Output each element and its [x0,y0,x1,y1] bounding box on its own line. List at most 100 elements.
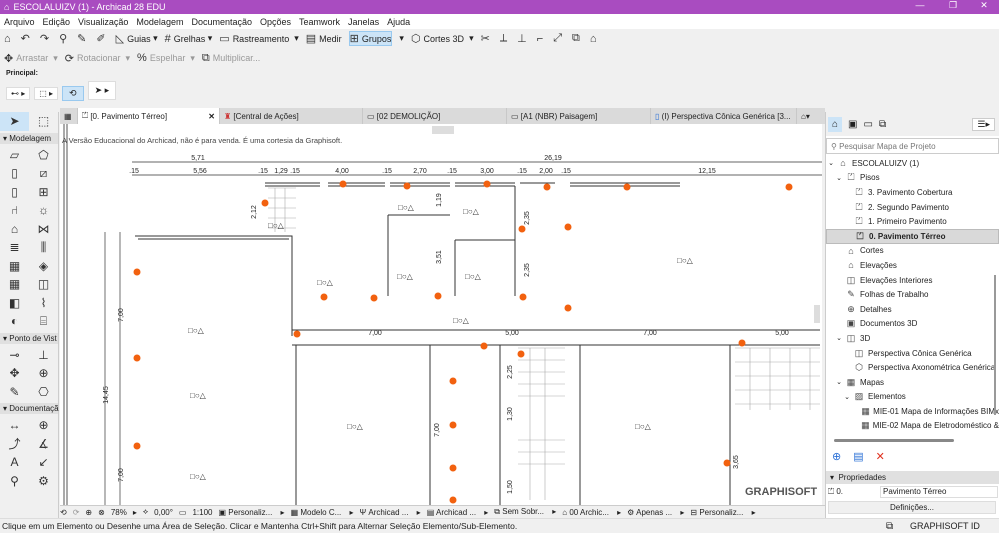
chevron-down-icon[interactable]: ⌄ [834,174,844,182]
mesh-tool-icon[interactable]: ⌇ [29,294,58,313]
renovation-combo[interactable]: ⌂ 00 Archic... ▸ [562,508,621,517]
guias-button[interactable]: ◺ Guias ▾ [116,32,158,45]
tab-pavimento-terreo[interactable]: ⏍ [0. Pavimento Térreo] ✕ [78,108,220,124]
home-icon[interactable]: ⌂ [4,33,14,45]
door-tool-icon[interactable]: ▯ [0,183,29,202]
window-tool-icon[interactable]: ⊞ [29,183,58,202]
tree-item-perspectiva[interactable]: ◫ Perspectiva Cônica Genérica [826,346,999,361]
tree-item-folhas-trabalho[interactable]: ✎ Folhas de Trabalho [826,287,999,302]
tree-item-elevacoes-interiores[interactable]: ◫ Elevações Interiores [826,273,999,288]
rotate-view-icon[interactable]: ⟲ [62,86,84,101]
project-map-icon[interactable]: ⌂ [828,116,843,132]
arrastar-button[interactable]: ✥ Arrastar ▾ [4,52,58,65]
tab-overview-icon[interactable]: ▦ [60,108,78,124]
shell-tool-icon[interactable]: ⋈ [29,220,58,239]
toolbox-group-ponto-vista[interactable]: ▾ Ponto de Vist [0,332,58,344]
toolbox-group-modelagem[interactable]: ▾ Modelagem [0,132,58,144]
undo-icon[interactable]: ↶ [21,32,33,45]
grupos-dropdown[interactable]: ▾ [399,33,404,44]
tree-item-documentos-3d[interactable]: ▣ Documentos 3D [826,317,999,332]
menu-ajuda[interactable]: Ajuda [387,17,410,27]
slab-tool-icon[interactable]: ⬠ [29,146,58,165]
grelhas-button[interactable]: # Grelhas ▾ [165,33,213,45]
layer-combo[interactable]: ▣ Personaliz... ▸ [219,508,285,517]
floor-plan-drawing[interactable]: A Versão Educacional do Archicad, não é … [60,124,822,505]
chevron-down-icon[interactable]: ⌄ [834,378,844,386]
cortes3d-button[interactable]: ⬡ Cortes 3D ▾ [411,32,474,45]
pen-set-combo[interactable]: Ψ Archicad ... ▸ [360,508,421,517]
wall-tool-icon[interactable]: ▱ [0,146,29,165]
view-map-icon[interactable]: ▣ [848,119,857,130]
equipment-tool-icon[interactable]: ⌸ [29,312,58,331]
morph-tool-icon[interactable]: ◈ [29,257,58,276]
espelhar-button[interactable]: % Espelhar ▾ [137,52,195,64]
menu-documentacao[interactable]: Documentação [191,17,252,27]
zoom-in-icon[interactable]: ⊕ [85,508,92,517]
angle-dimension-icon[interactable]: ∡ [29,435,58,454]
column-tool-icon[interactable]: ▯ [0,164,29,183]
property-name-field[interactable]: Pavimento Térreo [880,486,998,498]
vertical-splitter[interactable] [814,305,820,323]
radial-dimension-icon[interactable]: ⤴ [0,435,29,454]
selection-method-button[interactable]: ⬚ ▸ [34,87,59,100]
zoom-previous-icon[interactable]: ⟲ [60,508,67,517]
horizontal-scrollbar[interactable] [834,439,954,442]
tree-item-elevacoes[interactable]: ⌂ Elevações [826,258,999,273]
explode-icon[interactable]: ⌂ [590,33,600,45]
menu-opcoes[interactable]: Opções [260,17,291,27]
syringe-icon[interactable]: ✐ [96,32,108,45]
tree-item-project[interactable]: ⌄ ⌂ ESCOLALUIZV (1) [826,156,999,171]
object-tool-icon[interactable]: ⑁ [0,201,29,220]
settings-list-icon[interactable]: ▤ [853,450,863,463]
graphisoft-id-button[interactable]: GRAPHISOFT ID [910,521,980,531]
fillet-icon[interactable]: ⌐ [537,33,546,45]
arrow-tool-icon[interactable]: ➤ [0,112,29,131]
label-tool-icon[interactable]: ↙ [29,453,58,472]
redo-icon[interactable]: ↷ [40,32,52,45]
chevron-down-icon[interactable]: ⌄ [834,334,844,342]
menu-teamwork[interactable]: Teamwork [299,17,340,27]
detail-tool-icon[interactable]: ⊕ [29,364,58,383]
skylight-tool-icon[interactable]: ◧ [0,294,29,313]
dimension-combo[interactable]: ⊟ Personaliz... ▸ [690,508,755,517]
opening-tool-icon[interactable]: ◫ [29,275,58,294]
offset-icon[interactable]: ⤢ [553,32,565,45]
add-view-icon[interactable]: ⊕ [832,450,841,463]
eyedropper-icon[interactable]: ✎ [77,32,89,45]
tree-item-story[interactable]: ⏍ 1. Primeiro Pavimento [826,214,999,229]
elevation-tool-icon[interactable]: ⊥ [29,346,58,365]
model-view-combo[interactable]: ▦ Modelo C... ▸ [291,508,354,517]
arrow-tool-button[interactable]: ➤ ▸ [87,81,117,100]
tab-perspectiva[interactable]: ▯ (I) Perspectiva Cônica Genérica [3... [651,108,797,124]
text-tool-icon[interactable]: A [0,453,29,472]
delete-icon[interactable]: ✕ [876,450,885,463]
publisher-icon[interactable]: ⧉ [879,119,886,130]
menu-modelagem[interactable]: Modelagem [136,17,183,27]
lamp-tool-icon[interactable]: ☼ [29,201,58,220]
tree-item-story[interactable]: ⏍ 2. Segundo Pavimento [826,200,999,215]
maximize-button[interactable]: ❐ [938,0,968,11]
vertical-scrollbar[interactable] [994,275,996,415]
tree-item-story[interactable]: ⏍ 3. Pavimento Cobertura [826,185,999,200]
menu-visualizacao[interactable]: Visualização [78,17,128,27]
resize-icon[interactable]: ⧉ [572,32,583,45]
tree-item-3d[interactable]: ⌄ ◫ 3D [826,331,999,346]
angle-value[interactable]: 0,00° [154,508,173,517]
beam-tool-icon[interactable]: ⧄ [29,164,58,183]
split-icon[interactable]: ⟂ [500,32,510,45]
minimize-button[interactable]: — [905,0,935,10]
splitter-handle[interactable] [432,126,454,134]
stair-tool-icon[interactable]: ≣ [0,238,29,257]
adjust-icon[interactable]: ⊥ [517,32,530,45]
marker-tool-icon[interactable]: ⚲ [0,472,29,491]
tree-item-story-selected[interactable]: ⏍ 0. Pavimento Térreo [826,228,999,244]
close-button[interactable]: ✕ [969,0,999,11]
structure-combo[interactable]: ⚙ Apenas ... ▸ [627,508,684,517]
tab-central-acoes[interactable]: ♜ [Central de Ações] [220,108,363,124]
rotacionar-button[interactable]: ⟳ Rotacionar ▾ [65,52,130,65]
zoom-next-icon[interactable]: ⟳ [73,508,80,517]
rastreamento-button[interactable]: ▭ Rastreamento ▾ [219,32,298,45]
definicoes-button[interactable]: Definições... [828,501,996,514]
fit-window-icon[interactable]: ⊗ [98,508,105,517]
fill-tool-icon[interactable]: ⚙ [29,472,58,491]
